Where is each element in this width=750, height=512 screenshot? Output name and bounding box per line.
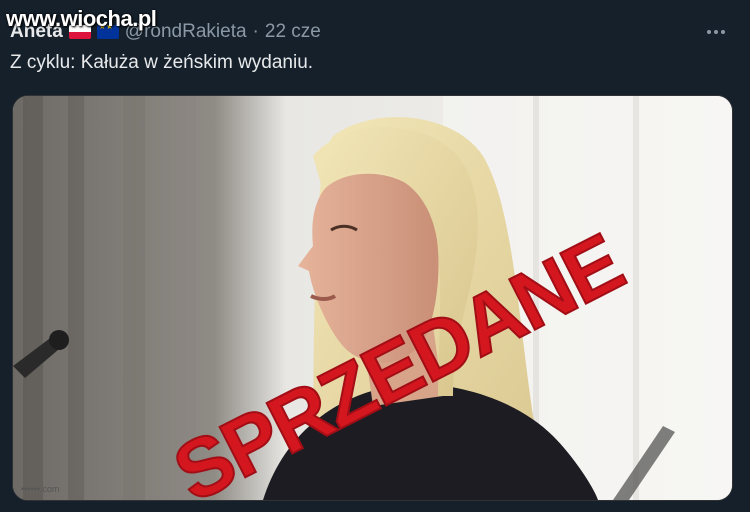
image-credit: ••••••.com bbox=[21, 484, 59, 494]
photo-illustration: SPRZEDANE ••••••.com bbox=[13, 96, 732, 500]
timestamp[interactable]: 22 cze bbox=[265, 21, 321, 43]
more-horizontal-icon[interactable] bbox=[704, 22, 728, 42]
tweet-text: Z cyklu: Kałuża w żeńskim wydaniu. bbox=[10, 52, 314, 73]
separator-dot: · bbox=[252, 21, 259, 42]
tweet[interactable]: www.wiocha.pl Aneta @rondRakieta · 22 cz… bbox=[0, 0, 750, 512]
site-watermark: www.wiocha.pl bbox=[6, 6, 157, 31]
tweet-media-image[interactable]: SPRZEDANE ••••••.com bbox=[12, 95, 733, 501]
